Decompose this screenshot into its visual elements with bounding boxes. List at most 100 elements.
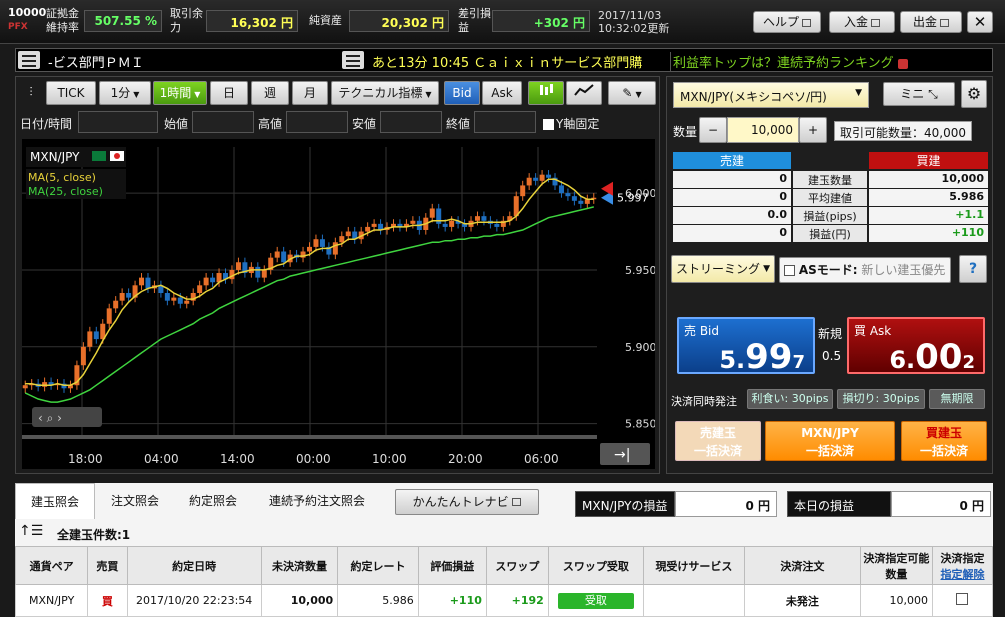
tab-tick[interactable]: TICK xyxy=(46,81,96,105)
candle-body xyxy=(481,216,487,221)
cell-datetime: 2017/10/20 22:23:54 xyxy=(126,584,262,617)
tab-week[interactable]: 週 xyxy=(251,81,289,105)
news-left[interactable]: -ビス部門ＰＭＩ xyxy=(48,52,338,71)
position-count: 全建玉件数:1 xyxy=(57,528,131,542)
col-service: 現受けサービス xyxy=(642,546,746,585)
draw-tool-dropdown[interactable]: ✎ ▼ xyxy=(608,81,656,105)
tab-day[interactable]: 日 xyxy=(210,81,248,105)
sell-close-all-button[interactable]: 売建玉 一括決済 xyxy=(675,421,761,461)
spread-value: 0.5 xyxy=(822,349,842,363)
candle-body xyxy=(520,185,526,197)
table-header-row: 通貨ペア 売買 約定日時 未決済数量 約定レート 評価損益 スワップ スワップ受… xyxy=(14,546,994,585)
candlestick-icon[interactable]: ⫶ xyxy=(20,81,42,105)
window-icon xyxy=(802,18,811,27)
news-right[interactable]: 利益率トップは？連続予約ランキング xyxy=(670,52,990,71)
menu-icon[interactable] xyxy=(18,51,40,69)
high-field[interactable] xyxy=(286,111,348,133)
account-bar: 10000 PFX 証拠金維持率 507.55 % 取引余力 16,302 円 純… xyxy=(0,0,1005,44)
buy-value: +1.1 xyxy=(869,207,988,224)
cell-side: 買 xyxy=(87,584,128,617)
cell-swap-recv: 受取 xyxy=(547,584,644,617)
ask-toggle[interactable]: Ask xyxy=(482,81,522,105)
window-icon xyxy=(512,498,522,506)
streaming-dropdown[interactable]: ストリーミング ▼ xyxy=(671,255,775,283)
help-icon[interactable]: ? xyxy=(959,255,987,283)
candle-body xyxy=(113,300,119,309)
line-chart-icon xyxy=(574,84,594,96)
today-pl-value: 0 円 xyxy=(891,491,991,517)
candle-body xyxy=(274,251,280,258)
mini-button[interactable]: ミニ ⤡ xyxy=(883,82,955,106)
help-button[interactable]: ヘルプ xyxy=(753,11,821,33)
candle-body xyxy=(255,266,261,278)
datetime-field[interactable] xyxy=(78,111,158,133)
sell-value: 0 xyxy=(673,189,791,206)
x-tick-label: 20:00 xyxy=(448,452,483,466)
quantity-input[interactable]: 10,000 xyxy=(727,117,799,143)
news-ticker: -ビス部門ＰＭＩ あと13分 10:45 Ｃａｉｘｉｎサービス部門購 利益率トッ… xyxy=(15,48,993,72)
table-row[interactable]: MXN/JPY 買 2017/10/20 22:23:54 10,000 5.9… xyxy=(14,584,994,617)
bid-button[interactable]: 売 Bid 5.997 xyxy=(677,317,815,377)
last-updated: 2017/11/03 10:32:02更新 xyxy=(598,9,670,35)
line-chart-button[interactable] xyxy=(566,81,602,105)
row-label: 損益(円) xyxy=(793,225,867,242)
close-field[interactable] xyxy=(474,111,536,133)
candle-body xyxy=(533,177,539,181)
chart-svg: 6.0005.9505.9005.85018:00 04:00 14:00 00:00… xyxy=(22,147,657,466)
position-row: 0.0 損益(pips) +1.1 xyxy=(673,207,988,225)
as-mode-checkbox[interactable] xyxy=(784,265,795,276)
checkbox[interactable] xyxy=(543,119,554,130)
withdraw-button[interactable]: 出金 xyxy=(900,11,962,33)
news-middle[interactable]: あと13分 10:45 Ｃａｉｘｉｎサービス部門購 xyxy=(372,52,664,71)
tab-orders[interactable]: 注文照会 xyxy=(97,483,173,519)
fix-y-axis[interactable]: Y軸固定 xyxy=(543,115,599,132)
tab-positions[interactable]: 建玉照会 xyxy=(15,483,95,519)
tab-month[interactable]: 月 xyxy=(292,81,328,105)
gear-icon[interactable]: ⚙ xyxy=(961,80,987,108)
chart-scrollbar xyxy=(22,435,597,439)
navi-button[interactable]: かんたんトレナビ xyxy=(395,489,539,515)
stop-loss-button[interactable]: 損切り: 30pips xyxy=(837,389,925,409)
today-pl-label: 本日の損益 xyxy=(787,491,891,517)
tab-1hour[interactable]: 1時間 ▼ xyxy=(153,81,207,105)
external-link-icon xyxy=(897,58,908,69)
quantity-plus[interactable]: + xyxy=(799,117,827,143)
candle-body xyxy=(42,382,48,387)
candle-chart-button[interactable] xyxy=(528,81,564,105)
mexico-flag-icon xyxy=(92,151,106,161)
candle-body xyxy=(164,293,170,301)
ask-button[interactable]: 買 Ask 6.002 xyxy=(847,317,985,377)
menu-icon[interactable] xyxy=(342,51,364,69)
buy-close-all-button[interactable]: 買建玉 一括決済 xyxy=(901,421,987,461)
low-field[interactable] xyxy=(380,111,442,133)
unlimited-button[interactable]: 無期限 xyxy=(929,389,985,409)
sort-icon[interactable]: ↑☰ xyxy=(19,523,43,539)
pair-close-all-button[interactable]: MXN/JPY 一括決済 xyxy=(765,421,895,461)
tab-sequential-orders[interactable]: 連続予約注文照会 xyxy=(255,483,379,519)
designate-checkbox[interactable] xyxy=(956,593,969,605)
position-row: 0 損益(円) +110 xyxy=(673,225,988,243)
bid-toggle[interactable]: Bid xyxy=(444,81,480,105)
tab-1min[interactable]: 1分 ▼ xyxy=(99,81,151,105)
candle-body xyxy=(210,277,216,283)
tab-executions[interactable]: 約定照会 xyxy=(175,483,251,519)
close-button[interactable]: ✕ xyxy=(967,11,993,33)
candle-body xyxy=(119,293,125,301)
col-swap: スワップ xyxy=(485,546,549,585)
candle-body xyxy=(203,277,209,286)
open-field[interactable] xyxy=(192,111,254,133)
as-mode[interactable]: ASモード: 新しい建玉優先 xyxy=(779,257,951,283)
swap-receive-button[interactable]: 受取 xyxy=(557,592,634,609)
price-chart[interactable]: 6.000 5.950 5.900 5.850 18:00 04:00 14:00 00:00… xyxy=(22,139,657,469)
candle-body xyxy=(171,297,177,301)
buy-header: 買建 xyxy=(869,152,988,169)
clear-designation-link[interactable]: 指定解除 xyxy=(933,566,992,582)
currency-pair-select[interactable]: MXN/JPY(メキシコペソ/円) ▼ xyxy=(673,82,869,108)
profit-loss: 差引損益 +302 円 xyxy=(458,6,594,36)
indicators-dropdown[interactable]: テクニカル指標 ▼ xyxy=(331,81,439,105)
window-icon xyxy=(871,18,880,27)
deposit-button[interactable]: 入金 xyxy=(829,11,895,33)
quantity-minus[interactable]: − xyxy=(699,117,727,143)
take-profit-button[interactable]: 利食い: 30pips xyxy=(747,389,833,409)
candle-body xyxy=(410,220,416,224)
